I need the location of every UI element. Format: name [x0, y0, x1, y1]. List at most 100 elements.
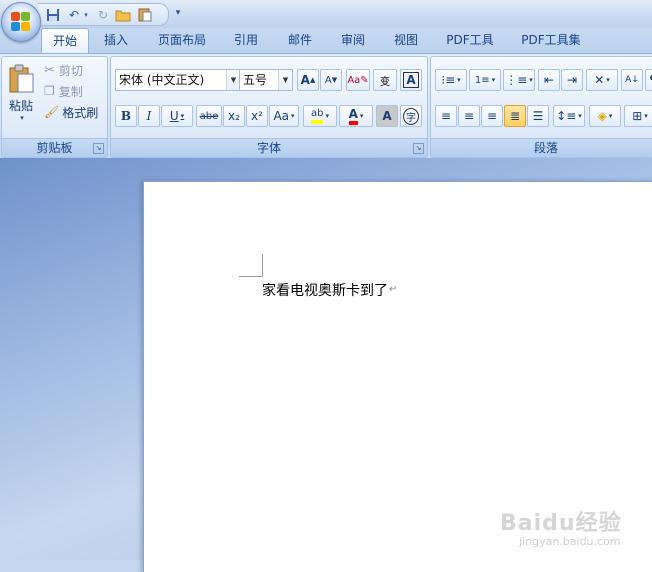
baidu-watermark-url: jingyan.baidu.com: [519, 535, 621, 548]
paste-button[interactable]: 粘贴 ▾: [4, 59, 38, 127]
clipboard-group: 粘贴 ▾ ✂ 剪切 ❐ 复制 🖌 格式刷 剪贴板 ↘: [1, 56, 108, 158]
numbering-button[interactable]: 1≡ ▾: [469, 69, 501, 91]
multilevel-dropdown-icon[interactable]: ▾: [529, 76, 533, 84]
multilevel-list-button[interactable]: ⋮≡ ▾: [503, 69, 535, 91]
align-center-button[interactable]: ≡: [458, 105, 480, 127]
distributed-icon: ☰: [532, 109, 544, 123]
enclose-characters-button[interactable]: 字: [400, 105, 422, 127]
sort-button[interactable]: A↓: [621, 69, 643, 91]
paragraph-group-label: 段落: [431, 138, 652, 157]
grow-font-button[interactable]: A ▲: [297, 69, 319, 91]
document-text[interactable]: 家看电视奥斯卡到了: [262, 280, 388, 300]
borders-button[interactable]: ⊞ ▾: [624, 105, 652, 127]
tab-insert[interactable]: 插入: [94, 28, 138, 53]
clear-format-button[interactable]: Aa✎: [346, 69, 370, 91]
decrease-indent-button[interactable]: ⇤: [538, 69, 560, 91]
distributed-button[interactable]: ☰: [527, 105, 549, 127]
line-spacing-dropdown-icon[interactable]: ▾: [578, 112, 582, 120]
tab-pdf-tools[interactable]: PDF工具: [438, 28, 502, 53]
format-painter-label: 格式刷: [62, 105, 99, 120]
chinese-layout-dropdown-icon[interactable]: ▾: [606, 76, 610, 84]
margin-marker-horizontal: [239, 276, 262, 277]
margin-marker-vertical: [262, 254, 263, 277]
font-size-dropdown-icon[interactable]: ▼: [278, 70, 292, 90]
highlight-button[interactable]: ab ▾: [303, 105, 337, 127]
decrease-indent-icon: ⇤: [543, 73, 555, 87]
cut-button[interactable]: ✂ 剪切: [44, 60, 104, 80]
tab-references[interactable]: 引用: [224, 28, 268, 53]
chinese-layout-button[interactable]: ✕ ▾: [586, 69, 618, 91]
undo-icon[interactable]: ↶: [65, 6, 83, 23]
redo-icon[interactable]: ↻: [94, 6, 112, 23]
open-folder-icon[interactable]: [114, 6, 132, 23]
shading-button[interactable]: ◈ ▾: [589, 105, 621, 127]
clipboard-launcher-icon[interactable]: ↘: [93, 143, 104, 154]
tab-page-layout[interactable]: 页面布局: [148, 28, 216, 53]
highlighter-icon: ab: [311, 108, 324, 124]
superscript-button[interactable]: x²: [246, 105, 268, 127]
font-color-button[interactable]: A ▾: [339, 105, 373, 127]
font-size-combo[interactable]: 五号 ▼: [239, 69, 293, 91]
paste-dropdown-icon[interactable]: ▾: [20, 114, 24, 122]
change-case-button[interactable]: Aa ▾: [269, 105, 299, 127]
borders-dropdown-icon[interactable]: ▾: [644, 112, 648, 120]
increase-indent-button[interactable]: ⇥: [561, 69, 583, 91]
paragraph-group: ⁝≡▾ 1≡▾ ⋮≡▾ ⇤ ⇥ ✕▾ A↓ ¶ ≡ ≡ ≡ ≣ ☰ ↕≡▾ ◈▾…: [430, 56, 652, 158]
tab-mailings[interactable]: 邮件: [278, 28, 322, 53]
bold-icon: B: [120, 109, 132, 123]
character-shading-button[interactable]: A: [376, 105, 398, 127]
baidu-watermark-logo: Baidu经验: [500, 511, 622, 536]
align-right-icon: ≡: [486, 109, 498, 123]
tab-pdf-toolset[interactable]: PDF工具集: [512, 28, 590, 53]
pinyin-guide-button[interactable]: 变: [373, 69, 397, 91]
paste-icon[interactable]: [136, 6, 154, 23]
italic-button[interactable]: I: [138, 105, 160, 127]
format-painter-icon: 🖌: [44, 105, 60, 119]
subscript-button[interactable]: x₂: [223, 105, 245, 127]
align-left-button[interactable]: ≡: [435, 105, 457, 127]
bullets-button[interactable]: ⁝≡ ▾: [435, 69, 467, 91]
character-border-button[interactable]: A: [400, 69, 422, 91]
chinese-layout-icon: ✕: [594, 73, 605, 87]
ribbon-tabs: 开始 插入 页面布局 引用 邮件 审阅 视图 PDF工具 PDF工具集: [0, 28, 652, 54]
tab-review[interactable]: 审阅: [331, 28, 375, 53]
font-group: 宋体 (中文正文) ▼ 五号 ▼ A ▲ A ▼ Aa✎ 变 A B I U ▾ ab…: [110, 56, 428, 158]
copy-button[interactable]: ❐ 复制: [44, 81, 104, 101]
office-logo-icon: [11, 12, 31, 32]
bold-button[interactable]: B: [115, 105, 137, 127]
underline-button[interactable]: U ▾: [161, 105, 193, 127]
italic-icon: I: [146, 109, 152, 123]
format-painter-button[interactable]: 🖌 格式刷: [44, 102, 106, 122]
font-launcher-icon[interactable]: ↘: [413, 143, 424, 154]
align-right-button[interactable]: ≡: [481, 105, 503, 127]
underline-dropdown-icon[interactable]: ▾: [181, 112, 185, 120]
line-spacing-button[interactable]: ↕≡ ▾: [553, 105, 585, 127]
font-group-label: 字体: [111, 138, 427, 157]
bullets-dropdown-icon[interactable]: ▾: [457, 76, 461, 84]
customize-qat-icon[interactable]: ▾: [172, 5, 184, 21]
font-color-dropdown-icon[interactable]: ▾: [360, 112, 364, 120]
font-name-dropdown-icon[interactable]: ▼: [226, 70, 240, 90]
change-case-icon: Aa: [273, 109, 290, 123]
tab-home[interactable]: 开始: [41, 28, 89, 54]
align-left-icon: ≡: [440, 109, 452, 123]
office-button[interactable]: [1, 2, 41, 42]
change-case-dropdown-icon[interactable]: ▾: [291, 112, 295, 120]
save-icon[interactable]: [44, 6, 62, 23]
tab-view[interactable]: 视图: [384, 28, 428, 53]
clear-format-icon: Aa✎: [347, 74, 369, 86]
undo-dropdown-icon[interactable]: ▾: [82, 6, 90, 23]
scissors-icon: ✂: [44, 62, 55, 78]
shading-dropdown-icon[interactable]: ▾: [609, 112, 613, 120]
strikethrough-button[interactable]: abe: [196, 105, 222, 127]
cut-label: 剪切: [58, 63, 83, 78]
numbering-dropdown-icon[interactable]: ▾: [492, 76, 496, 84]
shrink-font-button[interactable]: A ▼: [320, 69, 342, 91]
font-name-combo[interactable]: 宋体 (中文正文) ▼: [115, 69, 241, 91]
superscript-icon: x²: [251, 109, 263, 123]
highlight-dropdown-icon[interactable]: ▾: [325, 112, 329, 120]
justify-button[interactable]: ≣: [504, 105, 526, 127]
show-marks-button[interactable]: ¶: [645, 69, 652, 91]
justify-icon: ≣: [509, 109, 521, 123]
sort-icon: A↓: [625, 75, 639, 85]
